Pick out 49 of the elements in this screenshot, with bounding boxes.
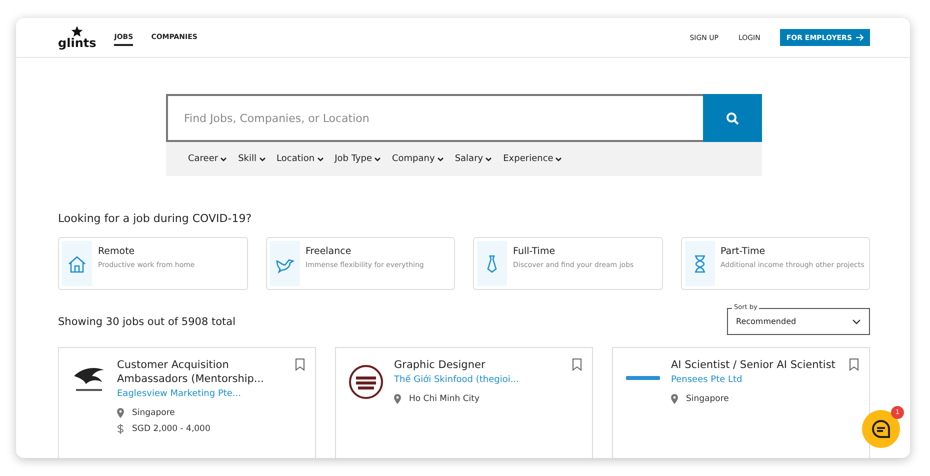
chevron-down-icon <box>258 156 266 162</box>
chevron-down-icon <box>485 156 492 162</box>
card-title: Part-Time <box>720 246 766 257</box>
bookmark-icon[interactable] <box>295 358 305 371</box>
chevron-down-icon <box>555 156 562 162</box>
location-pin-icon <box>671 394 678 404</box>
dollar-icon <box>117 424 124 434</box>
card-title: Freelance <box>306 246 352 257</box>
job-location: Singapore <box>132 408 175 418</box>
search-field[interactable]: Find Jobs, Companies, or Location <box>166 94 703 142</box>
company-link[interactable]: Pensees Pte Ltd <box>671 375 841 386</box>
arrow-right-icon <box>856 34 864 41</box>
job-title: Graphic Designer <box>394 358 486 372</box>
company-link[interactable]: Eaglesview Marketing Pte... <box>117 389 287 400</box>
chat-bubble-icon <box>871 419 891 439</box>
bookmark-icon[interactable] <box>572 358 582 371</box>
chevron-down-icon <box>852 318 861 324</box>
sort-value: Recommended <box>736 317 796 326</box>
company-link[interactable]: Thế Giới Skinfood (thegioi... <box>394 375 564 386</box>
card-title: Full-Time <box>513 246 556 257</box>
job-title: Customer Acquisition Ambassadors (Mentorship... <box>117 358 265 386</box>
job-title: AI Scientist / Senior AI Scientist <box>671 358 836 372</box>
logo-text: glints <box>58 37 96 49</box>
job-card[interactable]: Customer Acquisition Ambassadors (Mentorship... Eaglesview Marketing Pte... Singapore SGD 2,000 - 4,000 <box>58 347 316 458</box>
filter-dropdown[interactable]: Company <box>392 154 444 164</box>
search-icon <box>726 112 739 124</box>
house-icon <box>67 254 87 274</box>
star-icon <box>71 26 84 37</box>
chevron-down-icon <box>220 156 228 162</box>
filter-dropdown[interactable]: Salary <box>454 154 492 164</box>
chevron-down-icon <box>374 156 381 162</box>
card-title: Remote <box>98 246 136 257</box>
filter-dropdown[interactable]: Skill <box>238 154 266 164</box>
section-title: Looking for a job during COVID-19? <box>58 212 253 225</box>
filter-dropdown[interactable]: Career <box>188 154 228 164</box>
round-logo-drawing <box>348 364 384 400</box>
results-summary: Showing 30 jobs out of 5908 total <box>58 316 236 328</box>
job-card[interactable]: Graphic Designer Thế Giới Skinfood (thegioi... Ho Chi Minh City <box>335 347 593 458</box>
job-location: Singapore <box>686 394 729 404</box>
filter-dropdown[interactable]: Experience <box>503 154 562 164</box>
job-salary: SGD 2,000 - 4,000 <box>132 424 210 434</box>
location-pin-icon <box>117 408 124 418</box>
filter-dropdown[interactable]: Location <box>276 154 324 164</box>
chevron-down-icon <box>316 156 324 162</box>
location-pin-icon <box>394 394 401 404</box>
filter-dropdown[interactable]: Job Type <box>334 154 381 164</box>
bookmark-icon[interactable] <box>849 358 859 371</box>
job-location: Ho Chi Minh City <box>409 394 480 404</box>
chevron-down-icon <box>436 156 444 162</box>
